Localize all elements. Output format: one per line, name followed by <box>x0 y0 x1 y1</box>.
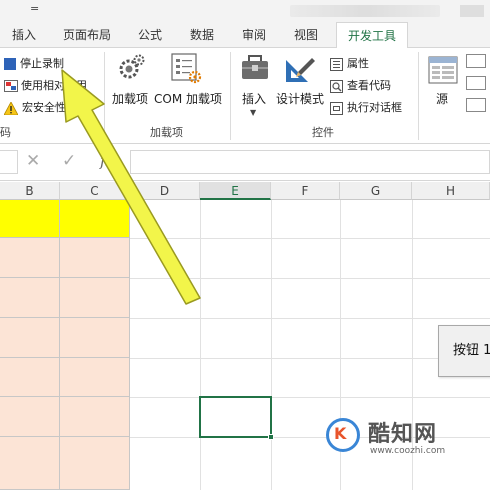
watermark: K 酷知网 www.coozhi.com <box>322 414 490 460</box>
watermark-brand: 酷知网 <box>368 422 438 447</box>
coozhi-logo-icon: K <box>326 418 360 452</box>
watermark-url: www.coozhi.com <box>370 446 446 456</box>
